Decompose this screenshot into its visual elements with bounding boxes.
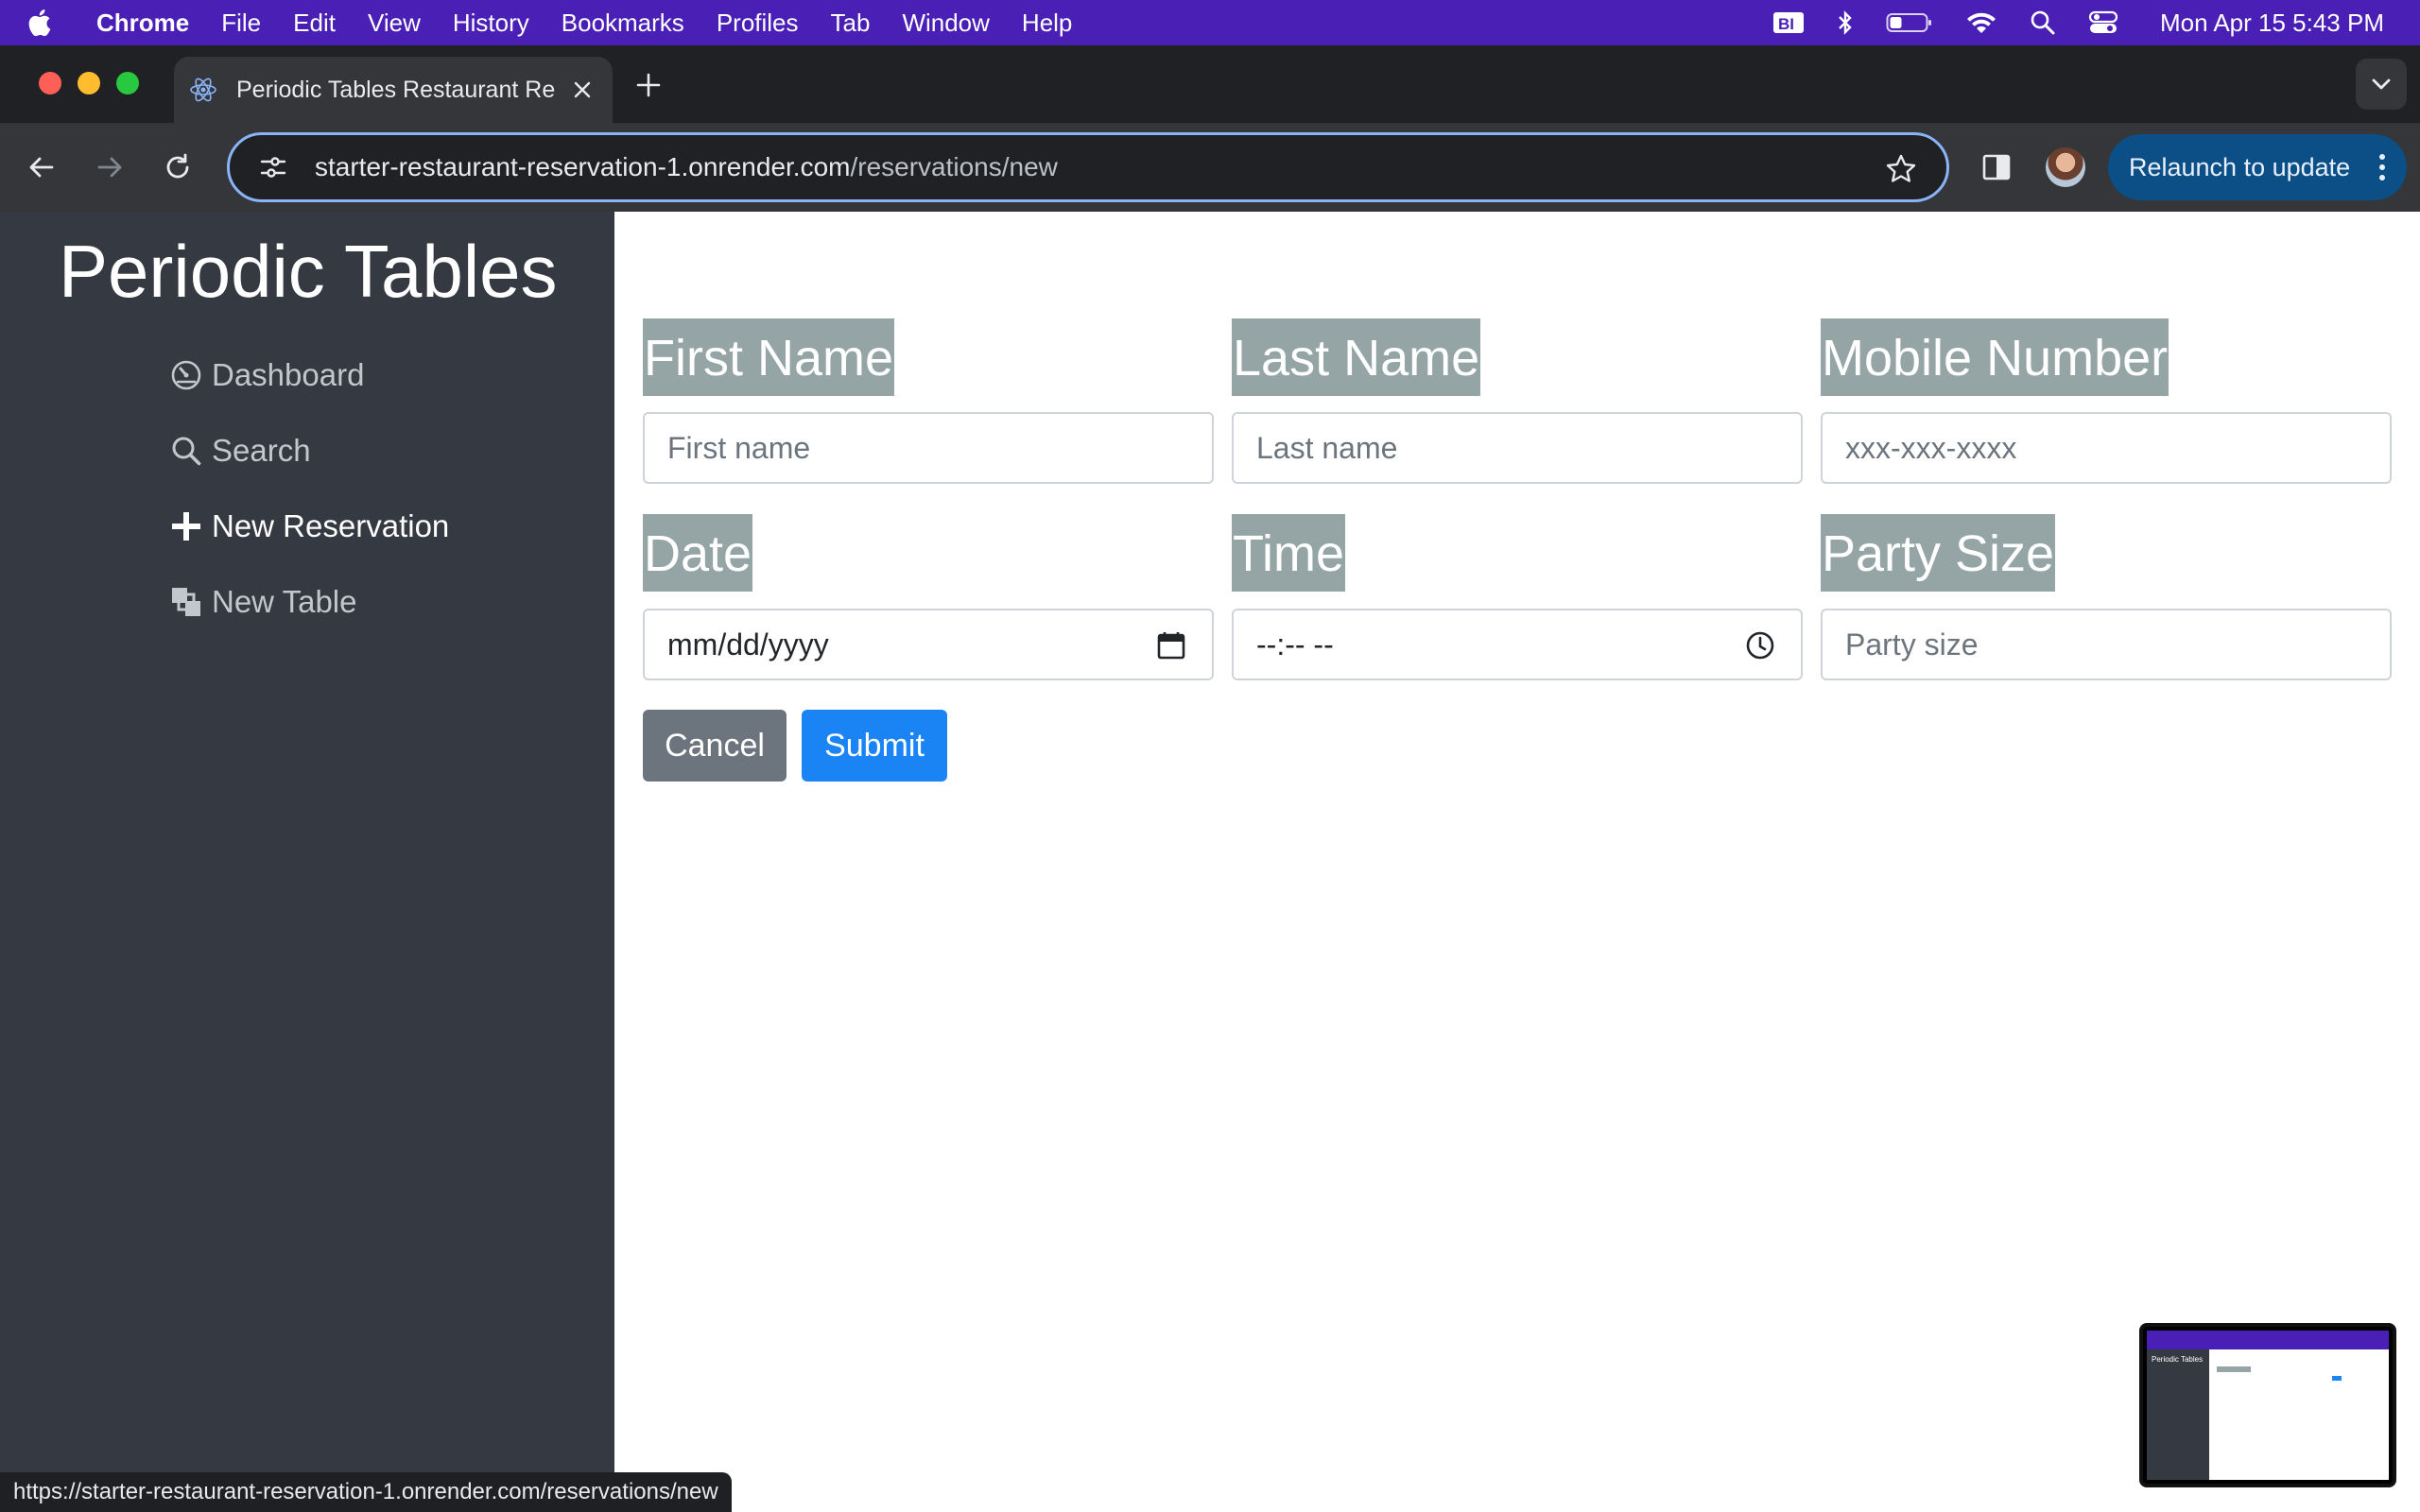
party-size-input[interactable]: Party size xyxy=(1821,609,2392,680)
tab-title: Periodic Tables Restaurant Re xyxy=(236,76,556,103)
brand-title[interactable]: Periodic Tables xyxy=(59,229,558,315)
bluetooth-icon[interactable] xyxy=(1837,9,1854,36)
url-path: /reservations/new xyxy=(850,152,1058,181)
address-bar[interactable]: starter-restaurant-reservation-1.onrende… xyxy=(227,132,1949,202)
party-size-label: Party Size xyxy=(1821,514,2056,592)
sidebar-item-label: Dashboard xyxy=(212,357,365,392)
first-name-input[interactable]: First name xyxy=(643,412,1214,484)
side-panel-icon[interactable] xyxy=(1978,148,2015,186)
relaunch-label: Relaunch to update xyxy=(2129,152,2351,181)
site-info-tune-icon[interactable] xyxy=(258,152,288,182)
sidebar: Periodic Tables Dashboard Search New Res… xyxy=(0,212,614,1512)
last-name-input[interactable]: Last name xyxy=(1232,412,1803,484)
menubar-status-area: BI Mon Apr 15 5:43 PM xyxy=(1772,0,2384,45)
calendar-icon[interactable] xyxy=(1155,629,1187,662)
apple-icon[interactable] xyxy=(26,9,74,37)
dashboard-icon xyxy=(170,359,202,391)
menu-window[interactable]: Window xyxy=(902,9,989,38)
sidebar-item-search[interactable]: Search xyxy=(170,433,311,469)
spotlight-search-icon[interactable] xyxy=(2030,9,2056,36)
last-name-placeholder: Last name xyxy=(1256,430,1398,465)
menu-profiles[interactable]: Profiles xyxy=(717,9,799,38)
link-status-bubble: https://starter-restaurant-reservation-1… xyxy=(0,1472,732,1512)
menu-bookmarks[interactable]: Bookmarks xyxy=(562,9,684,38)
time-placeholder: --:-- -- xyxy=(1256,627,1334,662)
mobile-number-placeholder: xxx-xxx-xxxx xyxy=(1845,430,2017,465)
reload-icon[interactable] xyxy=(159,148,197,186)
thumbnail-title: Periodic Tables xyxy=(2152,1355,2204,1364)
sidebar-item-new-reservation[interactable]: New Reservation xyxy=(170,508,449,544)
battery-icon[interactable] xyxy=(1886,11,1933,34)
chevron-down-icon xyxy=(2371,77,2392,91)
sidebar-item-label: New Reservation xyxy=(212,508,450,543)
thumbnail-menubar xyxy=(2147,1331,2389,1349)
screenshot-thumbnail[interactable]: Periodic Tables xyxy=(2139,1323,2396,1487)
date-input[interactable]: mm/dd/yyyy xyxy=(643,609,1214,680)
sidebar-item-label: New Table xyxy=(212,584,357,619)
sidebar-item-new-table[interactable]: New Table xyxy=(170,584,356,620)
submit-button[interactable]: Submit xyxy=(802,710,947,782)
back-arrow-icon[interactable] xyxy=(23,148,60,186)
sidebar-item-label: Search xyxy=(212,433,311,468)
last-name-label: Last Name xyxy=(1232,318,1481,396)
menu-help[interactable]: Help xyxy=(1022,9,1072,38)
menu-edit[interactable]: Edit xyxy=(293,9,336,38)
bookmark-star-icon[interactable] xyxy=(1884,152,1918,186)
profile-avatar[interactable] xyxy=(2046,147,2085,187)
menu-view[interactable]: View xyxy=(368,9,421,38)
thumbnail-label xyxy=(2217,1366,2251,1372)
svg-text:BI: BI xyxy=(1778,15,1794,33)
clock-icon[interactable] xyxy=(1744,629,1776,662)
time-input[interactable]: --:-- -- xyxy=(1232,609,1803,680)
bi-icon[interactable]: BI xyxy=(1772,10,1805,35)
menu-chrome[interactable]: Chrome xyxy=(96,9,189,38)
menu-tab[interactable]: Tab xyxy=(831,9,871,38)
party-size-placeholder: Party size xyxy=(1845,627,1979,662)
layers-icon xyxy=(170,586,202,618)
plus-icon xyxy=(170,510,202,542)
browser-toolbar: starter-restaurant-reservation-1.onrende… xyxy=(0,123,2420,212)
sidebar-item-dashboard[interactable]: Dashboard xyxy=(170,357,364,393)
react-favicon-icon xyxy=(189,76,217,104)
reservation-form: First Name First name Last Name Last nam… xyxy=(614,212,2420,1512)
window-close-button[interactable] xyxy=(39,72,61,94)
time-label: Time xyxy=(1232,514,1345,592)
forward-arrow-icon[interactable] xyxy=(91,148,129,186)
browser-tab-strip: Periodic Tables Restaurant Re xyxy=(0,45,2420,123)
more-vertical-icon[interactable] xyxy=(2378,152,2386,182)
url-text: starter-restaurant-reservation-1.onrende… xyxy=(315,152,1058,182)
tab-close-icon[interactable] xyxy=(571,78,594,101)
date-label: Date xyxy=(643,514,753,592)
first-name-placeholder: First name xyxy=(667,430,811,465)
mobile-number-label: Mobile Number xyxy=(1821,318,2169,396)
control-center-icon[interactable] xyxy=(2088,9,2118,36)
web-page: Periodic Tables Dashboard Search New Res… xyxy=(0,212,2420,1512)
search-icon xyxy=(170,435,202,467)
new-tab-plus-icon[interactable] xyxy=(633,70,664,100)
macos-menu-bar: Chrome File Edit View History Bookmarks … xyxy=(0,0,2420,45)
tab-search-button[interactable] xyxy=(2356,59,2407,110)
window-minimize-button[interactable] xyxy=(78,72,100,94)
menubar-clock[interactable]: Mon Apr 15 5:43 PM xyxy=(2160,9,2384,38)
mobile-number-input[interactable]: xxx-xxx-xxxx xyxy=(1821,412,2392,484)
url-host: starter-restaurant-reservation-1.onrende… xyxy=(315,152,851,181)
relaunch-to-update-button[interactable]: Relaunch to update xyxy=(2108,134,2407,200)
browser-tab-active[interactable]: Periodic Tables Restaurant Re xyxy=(174,57,613,123)
wifi-icon[interactable] xyxy=(1965,10,1997,35)
thumbnail-button xyxy=(2332,1376,2342,1381)
window-zoom-button[interactable] xyxy=(116,72,139,94)
first-name-label: First Name xyxy=(643,318,895,396)
menu-file[interactable]: File xyxy=(221,9,261,38)
cancel-button[interactable]: Cancel xyxy=(643,710,786,782)
thumbnail-sidebar xyxy=(2147,1349,2209,1480)
date-placeholder: mm/dd/yyyy xyxy=(667,627,829,662)
menu-history[interactable]: History xyxy=(453,9,529,38)
